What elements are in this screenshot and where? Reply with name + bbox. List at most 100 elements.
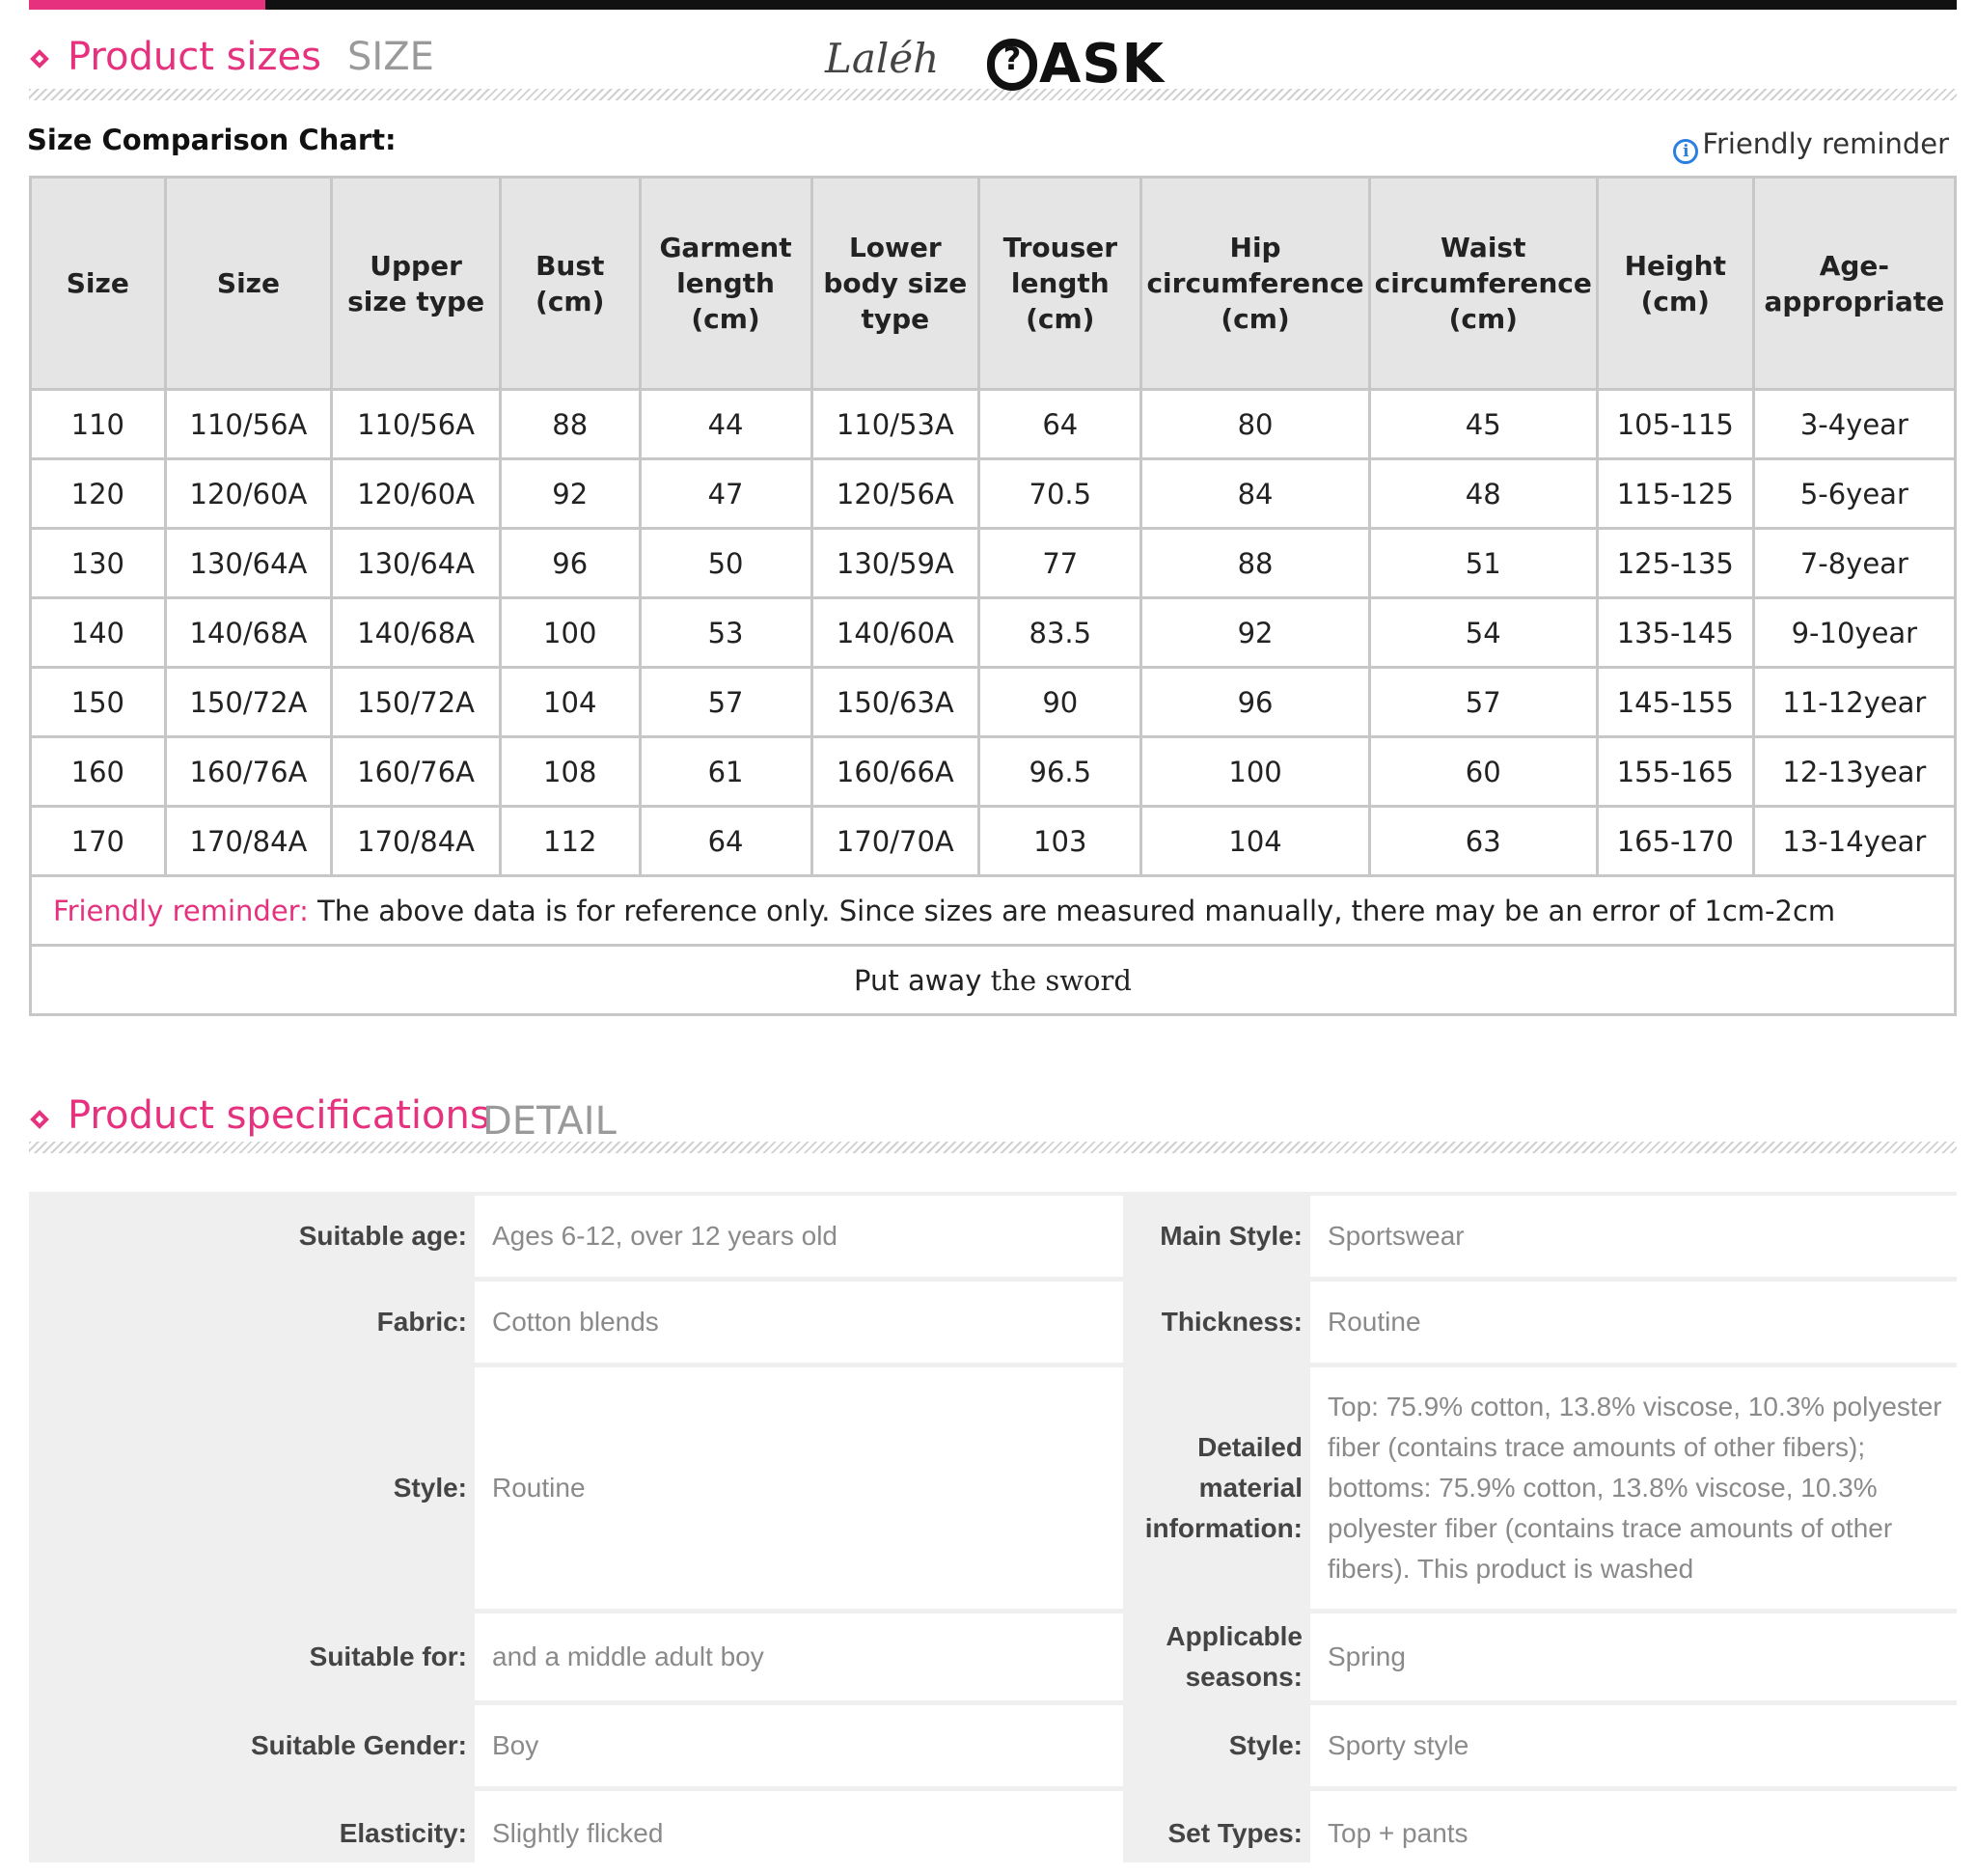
info-icon: i: [1673, 139, 1699, 164]
table-cell: 80: [1139, 388, 1371, 460]
table-cell: 44: [638, 388, 813, 460]
table-cell: 96: [1139, 666, 1371, 738]
spec-section-title: Product specifications: [68, 1093, 490, 1138]
table-cell: 145-155: [1595, 666, 1755, 738]
table-cell: 88: [498, 388, 642, 460]
size-chart-label: Size Comparison Chart:: [27, 124, 397, 156]
brand-logo: Laléh ? ASK: [825, 21, 1166, 98]
spec-label: Applicable seasons:: [1166, 1621, 1303, 1692]
table-cell: 100: [498, 596, 642, 669]
spec-label: Fabric:: [376, 1307, 467, 1337]
table-footer-text-a: Put away: [854, 963, 991, 997]
table-header-cell: Waist circumference (cm): [1367, 176, 1599, 391]
spec-value: Boy: [475, 1705, 1123, 1786]
spec-label: Elasticity:: [339, 1818, 467, 1848]
table-header-row: Size Size Upper size type Bust (cm) Garm…: [29, 176, 1958, 391]
size-comparison-table: Size Size Upper size type Bust (cm) Garm…: [29, 176, 1958, 1016]
spec-value: Slightly flicked: [475, 1791, 1123, 1876]
spec-label: Main Style:: [1160, 1221, 1303, 1251]
table-cell: 9-10year: [1751, 596, 1958, 669]
table-cell: 7-8year: [1751, 527, 1958, 599]
top-divider-bar: [29, 0, 1957, 10]
table-cell: 92: [1139, 596, 1371, 669]
table-cell: 120: [29, 457, 167, 530]
table-footer-row: Put away the sword: [29, 944, 1957, 1016]
table-cell: 140/68A: [163, 596, 334, 669]
spec-value: Top: 75.9% cotton, 13.8% viscose, 10.3% …: [1310, 1367, 1968, 1609]
table-cell: 140: [29, 596, 167, 669]
spec-value: Routine: [475, 1367, 1123, 1609]
table-cell: 120/56A: [810, 457, 981, 530]
spec-label: Thickness:: [1161, 1307, 1303, 1337]
table-header-cell: Size: [29, 176, 167, 391]
table-cell: 92: [498, 457, 642, 530]
size-section-title: Product sizes: [68, 35, 321, 79]
spec-section-header: Product specifications DETAIL: [29, 1086, 1957, 1163]
table-cell: 104: [1139, 805, 1371, 877]
table-cell: 170/70A: [810, 805, 981, 877]
spec-value: Top + pants: [1310, 1791, 1968, 1876]
table-cell: 50: [638, 527, 813, 599]
table-footer-text-b: the sword: [990, 963, 1132, 997]
table-cell: 120/60A: [330, 457, 502, 530]
table-header-cell: Height (cm): [1595, 176, 1755, 391]
spec-section-title-en: DETAIL: [482, 1099, 617, 1144]
table-cell: 130/64A: [163, 527, 334, 599]
table-cell: 110/53A: [810, 388, 981, 460]
table-row: 150 150/72A 150/72A 104 57 150/63A 90 96…: [29, 666, 1958, 738]
table-header-cell: Hip circumference (cm): [1139, 176, 1371, 391]
table-cell: 150/63A: [810, 666, 981, 738]
table-cell: 63: [1367, 805, 1599, 877]
table-cell: 130: [29, 527, 167, 599]
table-cell: 45: [1367, 388, 1599, 460]
table-header-cell: Trouser length (cm): [977, 176, 1143, 391]
table-cell: 61: [638, 735, 813, 808]
spec-value: Sportswear: [1310, 1196, 1968, 1277]
table-row: 120 120/60A 120/60A 92 47 120/56A 70.5 8…: [29, 457, 1958, 530]
table-cell: 160: [29, 735, 167, 808]
table-cell: 77: [977, 527, 1143, 599]
table-cell: 60: [1367, 735, 1599, 808]
table-cell: 103: [977, 805, 1143, 877]
table-row: 110 110/56A 110/56A 88 44 110/53A 64 80 …: [29, 388, 1958, 460]
diamond-icon: [30, 1110, 49, 1129]
table-cell: 115-125: [1595, 457, 1755, 530]
spec-value: Routine: [1310, 1282, 1968, 1363]
spec-table: Suitable age: Ages 6-12, over 12 years o…: [29, 1192, 1968, 1876]
spec-value: Sporty style: [1310, 1705, 1968, 1786]
table-cell: 100: [1139, 735, 1371, 808]
table-cell: 5-6year: [1751, 457, 1958, 530]
table-cell: 90: [977, 666, 1143, 738]
table-cell: 160/66A: [810, 735, 981, 808]
diamond-icon: [30, 49, 49, 69]
table-cell: 150/72A: [163, 666, 334, 738]
table-row: 130 130/64A 130/64A 96 50 130/59A 77 88 …: [29, 527, 1958, 599]
table-cell: 64: [638, 805, 813, 877]
table-cell: 170/84A: [163, 805, 334, 877]
table-cell: 104: [498, 666, 642, 738]
spec-value: Ages 6-12, over 12 years old: [475, 1196, 1123, 1277]
table-cell: 51: [1367, 527, 1599, 599]
table-cell: 130/64A: [330, 527, 502, 599]
table-cell: 70.5: [977, 457, 1143, 530]
table-cell: 140/60A: [810, 596, 981, 669]
table-cell: 130/59A: [810, 527, 981, 599]
spec-label: Style:: [393, 1473, 467, 1503]
table-cell: 12-13year: [1751, 735, 1958, 808]
friendly-reminder-link[interactable]: i Friendly reminder: [1673, 127, 1949, 164]
spec-label: Suitable for:: [309, 1642, 467, 1671]
logo-brand-text: ASK: [1039, 33, 1166, 96]
table-cell: 108: [498, 735, 642, 808]
table-row: 140 140/68A 140/68A 100 53 140/60A 83.5 …: [29, 596, 1958, 669]
spec-value: and a middle adult boy: [475, 1614, 1123, 1700]
table-cell: 48: [1367, 457, 1599, 530]
logo-script-text: Laléh: [825, 35, 940, 82]
table-cell: 64: [977, 388, 1143, 460]
table-note-label: Friendly reminder:: [53, 894, 309, 927]
table-cell: 47: [638, 457, 813, 530]
table-header-cell: Upper size type: [330, 176, 502, 391]
table-cell: 96.5: [977, 735, 1143, 808]
table-cell: 170/84A: [330, 805, 502, 877]
table-row: 160 160/76A 160/76A 108 61 160/66A 96.5 …: [29, 735, 1958, 808]
table-cell: 150: [29, 666, 167, 738]
